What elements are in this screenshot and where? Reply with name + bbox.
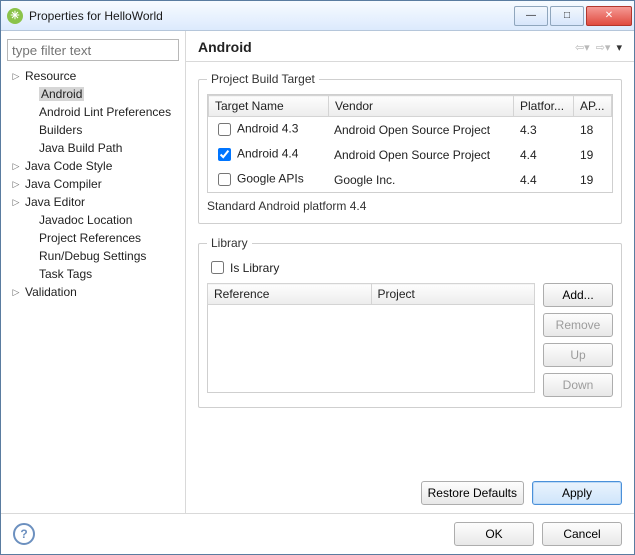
window-title: Properties for HelloWorld bbox=[29, 9, 512, 23]
is-library-label[interactable]: Is Library bbox=[230, 261, 279, 275]
library-legend: Library bbox=[207, 236, 252, 250]
target-api: 19 bbox=[574, 167, 612, 192]
tree-item-label: Java Compiler bbox=[25, 177, 102, 191]
page-actions: Restore Defaults Apply bbox=[186, 477, 634, 513]
filter-input[interactable] bbox=[7, 39, 179, 61]
library-table[interactable]: Reference Project bbox=[207, 283, 535, 393]
app-icon: ✳ bbox=[7, 8, 23, 24]
target-checkbox[interactable] bbox=[218, 123, 231, 136]
tree-twisty-icon[interactable]: ▷ bbox=[11, 197, 21, 208]
target-api: 19 bbox=[574, 142, 612, 167]
target-name: Android 4.4 bbox=[237, 147, 298, 161]
tree-twisty-icon[interactable]: ▷ bbox=[11, 179, 21, 190]
maximize-button[interactable]: □ bbox=[550, 6, 584, 26]
content-pane: Android ⇦▾ ⇨▾ ▾ Project Build Target Tar… bbox=[186, 31, 634, 513]
target-api: 18 bbox=[574, 117, 612, 142]
minimize-button[interactable]: — bbox=[514, 6, 548, 26]
tree-item-android-lint-preferences[interactable]: Android Lint Preferences bbox=[7, 103, 179, 121]
tree-item-javadoc-location[interactable]: Javadoc Location bbox=[7, 211, 179, 229]
tree-item-label: Run/Debug Settings bbox=[39, 249, 146, 263]
tree-item-builders[interactable]: Builders bbox=[7, 121, 179, 139]
library-header-project[interactable]: Project bbox=[371, 284, 535, 305]
is-library-checkbox[interactable] bbox=[211, 261, 224, 274]
apply-button[interactable]: Apply bbox=[532, 481, 622, 505]
target-header-api[interactable]: AP... bbox=[574, 96, 612, 117]
tree-item-label: Task Tags bbox=[39, 267, 92, 281]
title-bar[interactable]: ✳ Properties for HelloWorld — □ ✕ bbox=[1, 1, 634, 31]
tree-item-label: Resource bbox=[25, 69, 76, 83]
target-vendor: Android Open Source Project bbox=[328, 117, 514, 142]
target-platform: 4.3 bbox=[514, 117, 574, 142]
project-build-target-legend: Project Build Target bbox=[207, 72, 319, 86]
content-body: Project Build Target Target Name Vendor … bbox=[186, 62, 634, 477]
standard-platform-text: Standard Android platform 4.4 bbox=[207, 199, 613, 213]
target-checkbox[interactable] bbox=[218, 173, 231, 186]
target-row[interactable]: Android 4.3 Android Open Source Project4.… bbox=[208, 117, 612, 142]
target-name: Android 4.3 bbox=[237, 122, 298, 136]
target-header-platform[interactable]: Platfor... bbox=[514, 96, 574, 117]
tree-item-java-editor[interactable]: ▷ Java Editor bbox=[7, 193, 179, 211]
tree-item-label: Project References bbox=[39, 231, 141, 245]
target-vendor: Google Inc. bbox=[328, 167, 514, 192]
tree-item-project-references[interactable]: Project References bbox=[7, 229, 179, 247]
tree-item-label: Android Lint Preferences bbox=[39, 105, 171, 119]
sidebar: ▷ Resource Android Android Lint Preferences… bbox=[1, 31, 186, 513]
close-button[interactable]: ✕ bbox=[586, 6, 632, 26]
tree-item-label: Java Code Style bbox=[25, 159, 112, 173]
target-name: Google APIs bbox=[237, 172, 304, 186]
target-platform: 4.4 bbox=[514, 167, 574, 192]
library-header-reference[interactable]: Reference bbox=[208, 284, 372, 305]
tree-item-java-compiler[interactable]: ▷ Java Compiler bbox=[7, 175, 179, 193]
category-tree[interactable]: ▷ Resource Android Android Lint Preferences… bbox=[7, 67, 179, 301]
page-title: Android bbox=[198, 39, 573, 55]
add-button[interactable]: Add... bbox=[543, 283, 613, 307]
target-row[interactable]: Google APIs Google Inc.4.419 bbox=[208, 167, 612, 192]
ok-button[interactable]: OK bbox=[454, 522, 534, 546]
window-buttons: — □ ✕ bbox=[512, 6, 632, 26]
target-vendor: Android Open Source Project bbox=[328, 142, 514, 167]
target-header-name[interactable]: Target Name bbox=[209, 96, 329, 117]
project-build-target-group: Project Build Target Target Name Vendor … bbox=[198, 72, 622, 224]
tree-item-validation[interactable]: ▷ Validation bbox=[7, 283, 179, 301]
tree-item-label: Android bbox=[39, 87, 84, 101]
tree-item-label: Java Build Path bbox=[39, 141, 122, 155]
forward-icon[interactable]: ⇨▾ bbox=[594, 41, 613, 54]
properties-dialog: ✳ Properties for HelloWorld — □ ✕ ▷ Resou… bbox=[0, 0, 635, 555]
back-icon[interactable]: ⇦▾ bbox=[573, 41, 592, 54]
down-button[interactable]: Down bbox=[543, 373, 613, 397]
tree-item-run-debug-settings[interactable]: Run/Debug Settings bbox=[7, 247, 179, 265]
restore-defaults-button[interactable]: Restore Defaults bbox=[421, 481, 524, 505]
target-table[interactable]: Target Name Vendor Platfor... AP... Andr… bbox=[207, 94, 613, 193]
tree-twisty-icon[interactable]: ▷ bbox=[11, 161, 21, 172]
tree-item-java-code-style[interactable]: ▷ Java Code Style bbox=[7, 157, 179, 175]
cancel-button[interactable]: Cancel bbox=[542, 522, 622, 546]
remove-button[interactable]: Remove bbox=[543, 313, 613, 337]
library-buttons: Add... Remove Up Down bbox=[543, 283, 613, 397]
tree-item-label: Validation bbox=[25, 285, 77, 299]
up-button[interactable]: Up bbox=[543, 343, 613, 367]
tree-twisty-icon[interactable]: ▷ bbox=[11, 287, 21, 298]
target-checkbox[interactable] bbox=[218, 148, 231, 161]
tree-item-java-build-path[interactable]: Java Build Path bbox=[7, 139, 179, 157]
tree-item-label: Javadoc Location bbox=[39, 213, 132, 227]
header-toolbar: ⇦▾ ⇨▾ ▾ bbox=[573, 41, 624, 54]
help-icon[interactable]: ? bbox=[13, 523, 35, 545]
target-row[interactable]: Android 4.4 Android Open Source Project4.… bbox=[208, 142, 612, 167]
tree-item-label: Builders bbox=[39, 123, 82, 137]
tree-item-android[interactable]: Android bbox=[7, 85, 179, 103]
tree-item-resource[interactable]: ▷ Resource bbox=[7, 67, 179, 85]
tree-item-label: Java Editor bbox=[25, 195, 85, 209]
content-header: Android ⇦▾ ⇨▾ ▾ bbox=[186, 31, 634, 62]
tree-twisty-icon[interactable]: ▷ bbox=[11, 71, 21, 82]
dialog-body: ▷ Resource Android Android Lint Preferences… bbox=[1, 31, 634, 513]
dialog-footer: ? OK Cancel bbox=[1, 513, 634, 554]
target-header-vendor[interactable]: Vendor bbox=[329, 96, 514, 117]
library-group: Library Is Library Reference Project bbox=[198, 236, 622, 408]
target-platform: 4.4 bbox=[514, 142, 574, 167]
tree-item-task-tags[interactable]: Task Tags bbox=[7, 265, 179, 283]
view-menu-icon[interactable]: ▾ bbox=[614, 41, 624, 54]
